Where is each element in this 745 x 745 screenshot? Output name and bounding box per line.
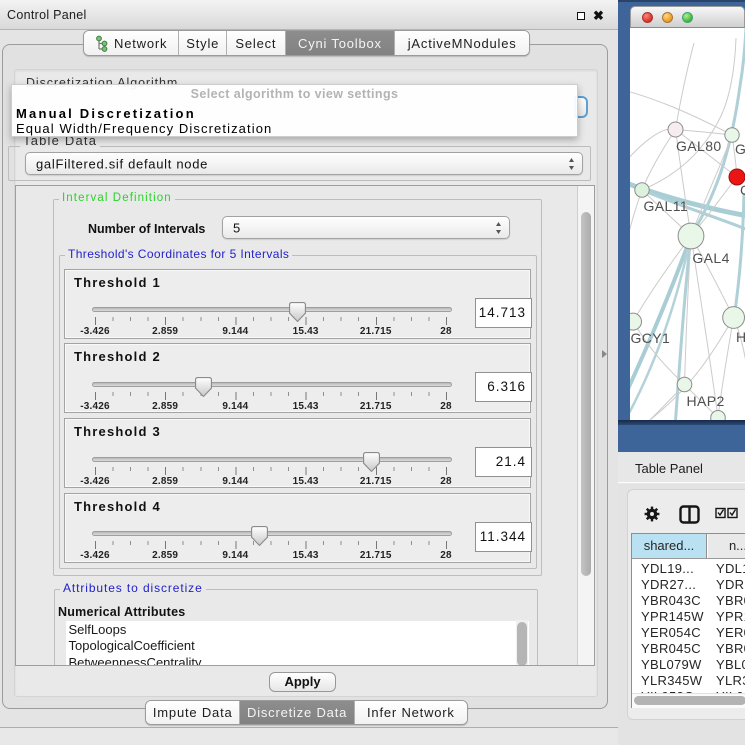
svg-text:GCY1: GCY1 [631, 330, 671, 346]
svg-text:GAL80: GAL80 [676, 138, 722, 154]
svg-text:GAL11: GAL11 [644, 198, 689, 214]
svg-text:GAL4: GAL4 [692, 250, 729, 266]
svg-text:HAP2: HAP2 [687, 393, 725, 409]
svg-text:H: H [736, 329, 745, 345]
svg-text:G.: G. [735, 141, 745, 157]
svg-text:C: C [740, 182, 745, 198]
